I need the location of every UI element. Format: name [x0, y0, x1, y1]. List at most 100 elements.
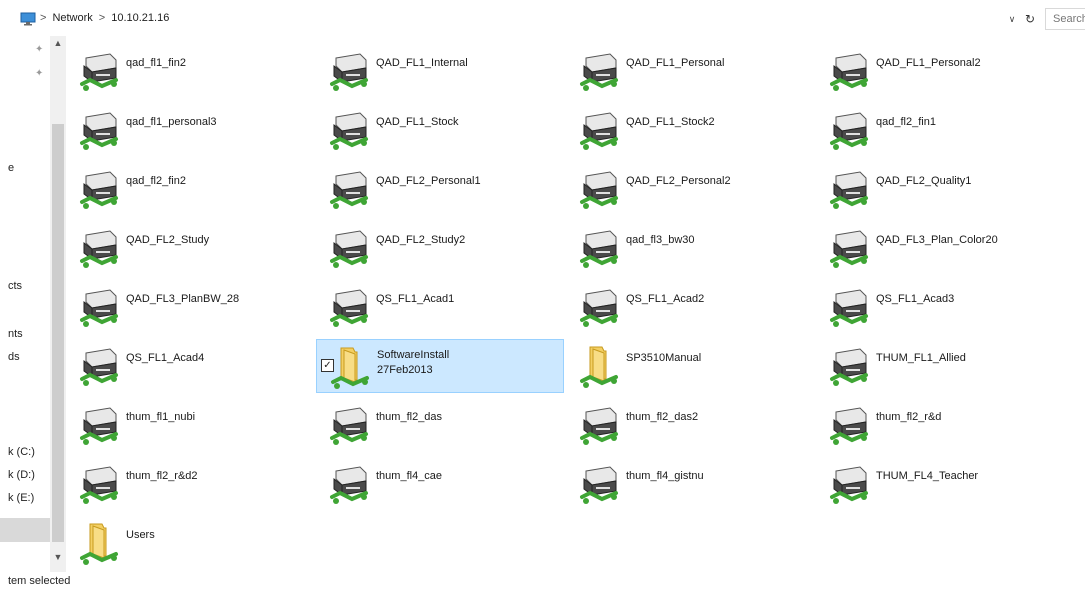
network-printer-item[interactable]: QAD_FL1_Internal [316, 44, 564, 98]
item-label: SoftwareInstall 27Feb2013 [377, 349, 450, 376]
network-printer-item[interactable]: QAD_FL2_Quality1 [816, 162, 1064, 216]
item-label: thum_fl4_gistnu [626, 470, 704, 482]
nav-item[interactable]: ds [8, 351, 20, 363]
item-label: QS_FL1_Acad3 [876, 293, 955, 305]
search-input[interactable]: Search [1045, 8, 1085, 30]
network-printer-icon [76, 343, 122, 389]
pin-icon[interactable]: ✦ [35, 68, 43, 79]
item-label: THUM_FL4_Teacher [876, 470, 979, 482]
network-printer-icon [76, 166, 122, 212]
scrollbar-thumb[interactable] [52, 124, 64, 542]
nav-item[interactable]: e [8, 162, 14, 174]
network-printer-item[interactable]: qad_fl1_personal3 [66, 103, 314, 157]
item-label: QS_FL1_Acad1 [376, 293, 455, 305]
refresh-icon[interactable]: ↻ [1019, 12, 1041, 26]
network-printer-item[interactable]: qad_fl1_fin2 [66, 44, 314, 98]
nav-item-drive-c[interactable]: k (C:) [8, 446, 35, 458]
item-label: QAD_FL1_Internal [376, 57, 468, 69]
network-share-item[interactable]: ✓ SoftwareInstall 27Feb2013 [316, 339, 564, 393]
address-bar: > Network > 10.10.21.16 ∨ ↻ Search [0, 0, 1085, 36]
network-printer-item[interactable]: QAD_FL2_Personal2 [566, 162, 814, 216]
network-printer-item[interactable]: QAD_FL1_Personal [566, 44, 814, 98]
network-printer-item[interactable]: QAD_FL2_Personal1 [316, 162, 564, 216]
navigation-pane: ✦ ✦ e cts nts ds k (C:) k (D:) k (E:) ▲ … [0, 36, 66, 572]
item-label: THUM_FL1_Allied [876, 352, 966, 364]
network-printer-item[interactable]: thum_fl2_das [316, 398, 564, 452]
file-list: qad_fl1_fin2 QAD_FL1_Internal QAD_FL1_Pers… [66, 36, 1085, 572]
network-printer-icon [576, 166, 622, 212]
network-printer-item[interactable]: qad_fl2_fin1 [816, 103, 1064, 157]
item-label: QAD_FL1_Stock2 [626, 116, 715, 128]
network-printer-item[interactable]: thum_fl4_cae [316, 457, 564, 511]
pin-icon[interactable]: ✦ [35, 44, 43, 55]
network-printer-icon [576, 107, 622, 153]
network-printer-icon [76, 284, 122, 330]
item-label: QAD_FL2_Study [126, 234, 210, 246]
network-printer-icon [576, 461, 622, 507]
network-printer-item[interactable]: QS_FL1_Acad2 [566, 280, 814, 334]
network-printer-item[interactable]: thum_fl2_das2 [566, 398, 814, 452]
item-label: thum_fl2_r&d [876, 411, 942, 423]
network-printer-item[interactable]: QAD_FL1_Stock [316, 103, 564, 157]
network-printer-item[interactable]: QAD_FL2_Study [66, 221, 314, 275]
network-printer-icon [826, 284, 872, 330]
network-printer-icon [326, 225, 372, 271]
address-controls: ∨ ↻ Search [1005, 8, 1085, 30]
item-label: qad_fl2_fin1 [876, 116, 936, 128]
network-printer-item[interactable]: THUM_FL1_Allied [816, 339, 1064, 393]
breadcrumb-network[interactable]: Network [52, 12, 92, 24]
nav-item-drive-e[interactable]: k (E:) [8, 492, 34, 504]
item-label: QAD_FL3_Plan_Color20 [876, 234, 998, 246]
item-label: QAD_FL2_Personal1 [376, 175, 481, 187]
network-printer-icon [76, 107, 122, 153]
network-printer-item[interactable]: QS_FL1_Acad4 [66, 339, 314, 393]
item-label: thum_fl4_cae [376, 470, 443, 482]
nav-item[interactable]: cts [8, 280, 22, 292]
item-label: QAD_FL1_Personal [626, 57, 725, 69]
scroll-down-arrow-icon[interactable]: ▼ [50, 552, 66, 562]
shared-folder-icon [576, 343, 622, 389]
item-label: QAD_FL2_Quality1 [876, 175, 972, 187]
nav-scrollbar[interactable]: ▲ ▼ [50, 36, 66, 572]
network-printer-icon [76, 402, 122, 448]
network-printer-item[interactable]: QAD_FL2_Study2 [316, 221, 564, 275]
network-printer-item[interactable]: QS_FL1_Acad1 [316, 280, 564, 334]
network-printer-icon [826, 343, 872, 389]
network-printer-icon [576, 48, 622, 94]
item-label: thum_fl2_das2 [626, 411, 699, 423]
network-printer-item[interactable]: QAD_FL3_PlanBW_28 [66, 280, 314, 334]
item-label: thum_fl2_r&d2 [126, 470, 198, 482]
network-printer-icon [576, 402, 622, 448]
chevron-down-icon[interactable]: ∨ [1005, 14, 1019, 25]
network-printer-item[interactable]: QAD_FL1_Personal2 [816, 44, 1064, 98]
network-printer-icon [576, 284, 622, 330]
network-printer-icon [326, 166, 372, 212]
item-label: thum_fl2_das [376, 411, 443, 423]
network-share-item[interactable]: SP3510Manual [566, 339, 814, 393]
network-printer-item[interactable]: QAD_FL1_Stock2 [566, 103, 814, 157]
item-label: QS_FL1_Acad2 [626, 293, 705, 305]
network-printer-item[interactable]: qad_fl3_bw30 [566, 221, 814, 275]
network-share-item[interactable]: Users [66, 516, 314, 570]
status-bar: tem selected [0, 572, 1085, 592]
nav-item-drive-d[interactable]: k (D:) [8, 469, 35, 481]
network-printer-item[interactable]: qad_fl2_fin2 [66, 162, 314, 216]
nav-item[interactable]: nts [8, 328, 23, 340]
network-printer-item[interactable]: thum_fl4_gistnu [566, 457, 814, 511]
scroll-up-arrow-icon[interactable]: ▲ [50, 38, 66, 48]
item-label: Users [126, 529, 155, 541]
shared-folder-icon [76, 520, 122, 566]
network-printer-item[interactable]: thum_fl2_r&d [816, 398, 1064, 452]
network-printer-item[interactable]: THUM_FL4_Teacher [816, 457, 1064, 511]
network-printer-item[interactable]: thum_fl2_r&d2 [66, 457, 314, 511]
network-printer-icon [576, 225, 622, 271]
network-printer-item[interactable]: thum_fl1_nubi [66, 398, 314, 452]
item-label: QS_FL1_Acad4 [126, 352, 205, 364]
item-label: qad_fl2_fin2 [126, 175, 186, 187]
breadcrumb-host[interactable]: 10.10.21.16 [111, 12, 169, 24]
shared-folder-icon [327, 344, 373, 390]
network-printer-item[interactable]: QAD_FL3_Plan_Color20 [816, 221, 1064, 275]
computer-icon [20, 12, 36, 26]
network-printer-item[interactable]: QS_FL1_Acad3 [816, 280, 1064, 334]
item-label: qad_fl1_fin2 [126, 57, 186, 69]
